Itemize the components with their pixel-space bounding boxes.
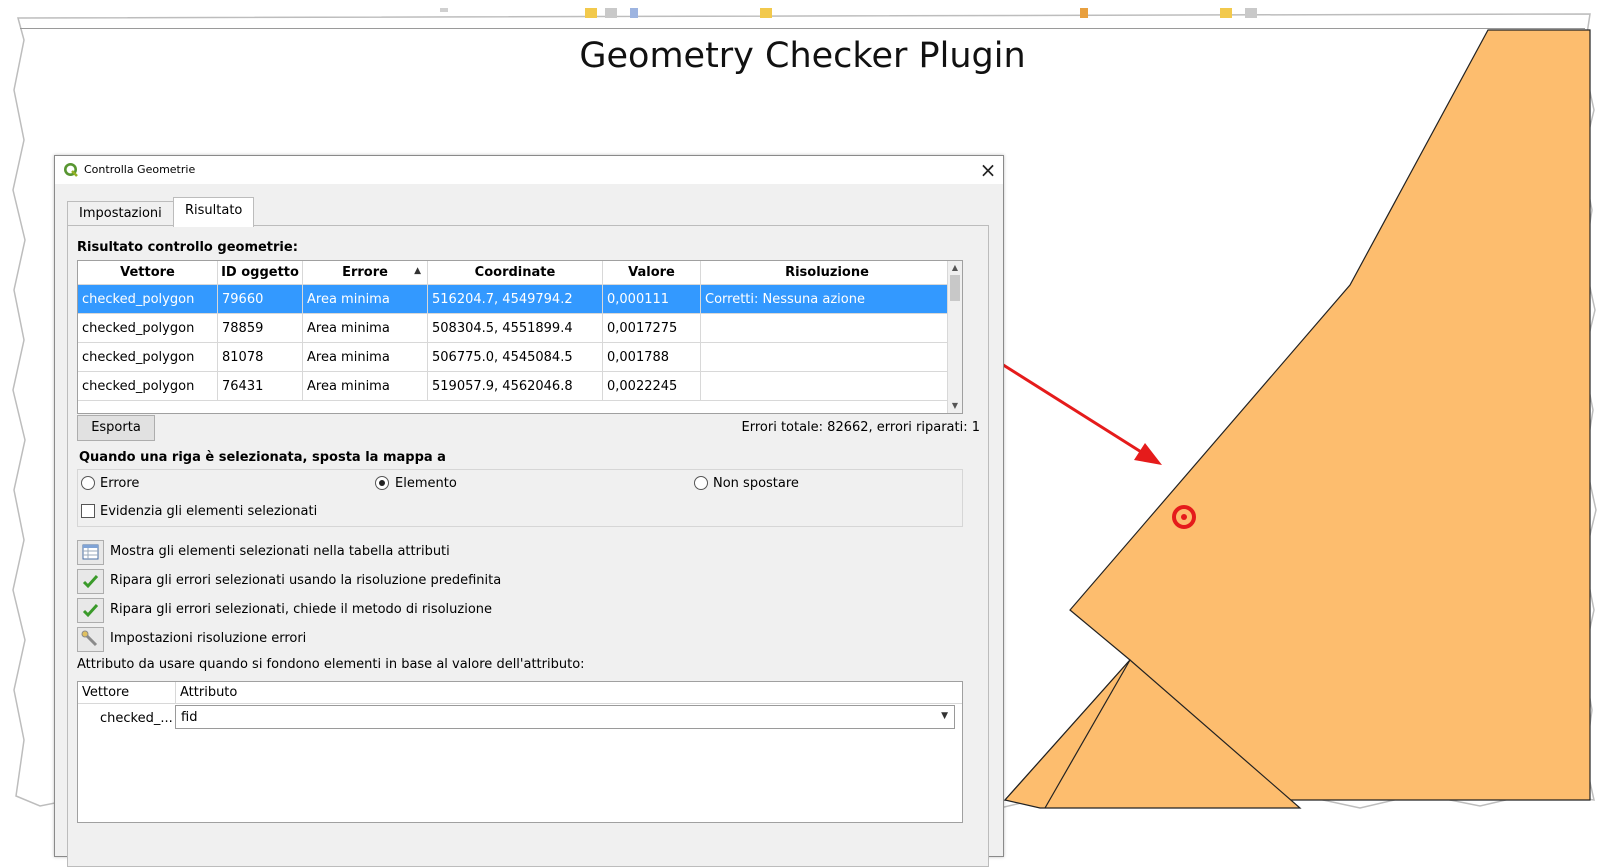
fix-settings-button[interactable] [77,627,104,652]
column-header[interactable]: ID oggetto [217,261,303,285]
tool-label: Impostazioni risoluzione errori [110,631,307,646]
wrench-icon [81,630,98,647]
highlight-label: Evidenzia gli elementi selezionati [100,504,318,519]
column-header-vettore: Vettore [78,682,176,704]
fix-default-button[interactable] [77,569,104,594]
cell-id: 78859 [217,313,303,343]
cell-risoluzione [700,342,954,372]
checkmark-icon [82,574,99,589]
cell-coordinate: 506775.0, 4545084.5 [427,342,603,372]
cell-valore: 0,0022245 [602,371,701,401]
merge-layer-cell: checked_... [100,711,173,726]
tool-label: Ripara gli errori selezionati usando la … [110,573,502,588]
checkmark-icon [82,603,99,618]
merge-attribute-table[interactable]: Vettore Attributo checked_... fid ▼ [77,681,963,823]
geometry-checker-dialog: Controlla Geometrie × Impostazioni Risul… [54,155,1004,867]
merge-attribute-label: Attributo da usare quando si fondono ele… [77,657,585,672]
sort-ascending-icon: ▲ [414,266,421,276]
column-header-attributo: Attributo [176,682,962,704]
table-row[interactable]: checked_polygon 78859 Area minima 508304… [78,313,954,343]
radio-non-spostare[interactable] [694,476,708,490]
fix-prompt-button[interactable] [77,598,104,623]
qgis-logo-icon [64,163,78,177]
tool-label: Mostra gli elementi selezionati nella ta… [110,544,450,559]
column-header[interactable]: Vettore [78,261,218,285]
attribute-select[interactable]: fid ▼ [175,705,955,729]
chevron-down-icon: ▼ [941,711,948,721]
radio-label-errore: Errore [100,476,140,491]
table-row[interactable]: checked_polygon 79660 Area minima 516204… [78,284,954,314]
cell-id: 81078 [217,342,303,372]
polygon-feature [1003,29,1591,801]
table-scrollbar[interactable]: ▲ ▼ [947,261,962,413]
cell-vettore: checked_polygon [78,371,218,401]
attribute-select-value: fid [181,710,198,725]
results-label: Risultato controllo geometrie: [77,240,298,255]
column-header[interactable]: Coordinate [427,261,603,285]
highlight-checkbox[interactable] [81,504,95,518]
cell-coordinate: 508304.5, 4551899.4 [427,313,603,343]
column-header[interactable]: Errore ▲ [302,261,428,285]
move-map-options: Errore Elemento Non spostare Evidenzia g… [77,469,963,527]
column-header[interactable]: Valore [602,261,701,285]
table-row[interactable]: checked_polygon 81078 Area minima 506775… [78,342,954,372]
cell-coordinate: 519057.9, 4562046.8 [427,371,603,401]
tool-label: Ripara gli errori selezionati, chiede il… [110,602,493,617]
column-header[interactable]: Risoluzione [700,261,954,285]
close-icon: × [979,158,997,182]
cell-errore: Area minima [302,371,428,401]
cell-id: 79660 [217,284,303,314]
table-row[interactable]: checked_polygon 76431 Area minima 519057… [78,371,954,401]
radio-label-non-spostare: Non spostare [713,476,799,491]
attribute-table-icon [82,544,99,560]
cell-vettore: checked_polygon [78,313,218,343]
dialog-titlebar: Controlla Geometrie × [55,156,1003,184]
close-button[interactable]: × [977,159,999,181]
cell-risoluzione [700,371,954,401]
cell-errore: Area minima [302,284,428,314]
move-map-label: Quando una riga è selezionata, sposta la… [79,450,446,465]
cell-vettore: checked_polygon [78,342,218,372]
dialog-title: Controlla Geometrie [84,163,196,176]
cell-valore: 0,0017275 [602,313,701,343]
errors-summary: Errori totale: 82662, errori riparati: 1 [741,420,980,435]
scroll-down-icon[interactable]: ▼ [948,399,962,413]
scroll-thumb[interactable] [950,275,960,301]
cell-risoluzione: Corretti: Nessuna azione [700,284,954,314]
cell-risoluzione [700,313,954,343]
cell-id: 76431 [217,371,303,401]
results-table[interactable]: Vettore ID oggetto Errore ▲ Coordinate Va… [77,260,963,414]
tab-risultato[interactable]: Risultato [173,197,255,227]
tab-impostazioni[interactable]: Impostazioni [67,201,174,226]
cell-errore: Area minima [302,313,428,343]
export-button[interactable]: Esporta [77,415,155,441]
scroll-up-icon[interactable]: ▲ [948,261,962,275]
radio-label-elemento: Elemento [395,476,457,491]
cell-coordinate: 516204.7, 4549794.2 [427,284,603,314]
radio-elemento[interactable] [375,476,389,490]
table-header-row: Vettore ID oggetto Errore ▲ Coordinate Va… [78,261,954,285]
radio-errore[interactable] [81,476,95,490]
cell-valore: 0,001788 [602,342,701,372]
cell-valore: 0,000111 [602,284,701,314]
cell-errore: Area minima [302,342,428,372]
show-in-attribute-table-button[interactable] [77,540,104,565]
cell-vettore: checked_polygon [78,284,218,314]
